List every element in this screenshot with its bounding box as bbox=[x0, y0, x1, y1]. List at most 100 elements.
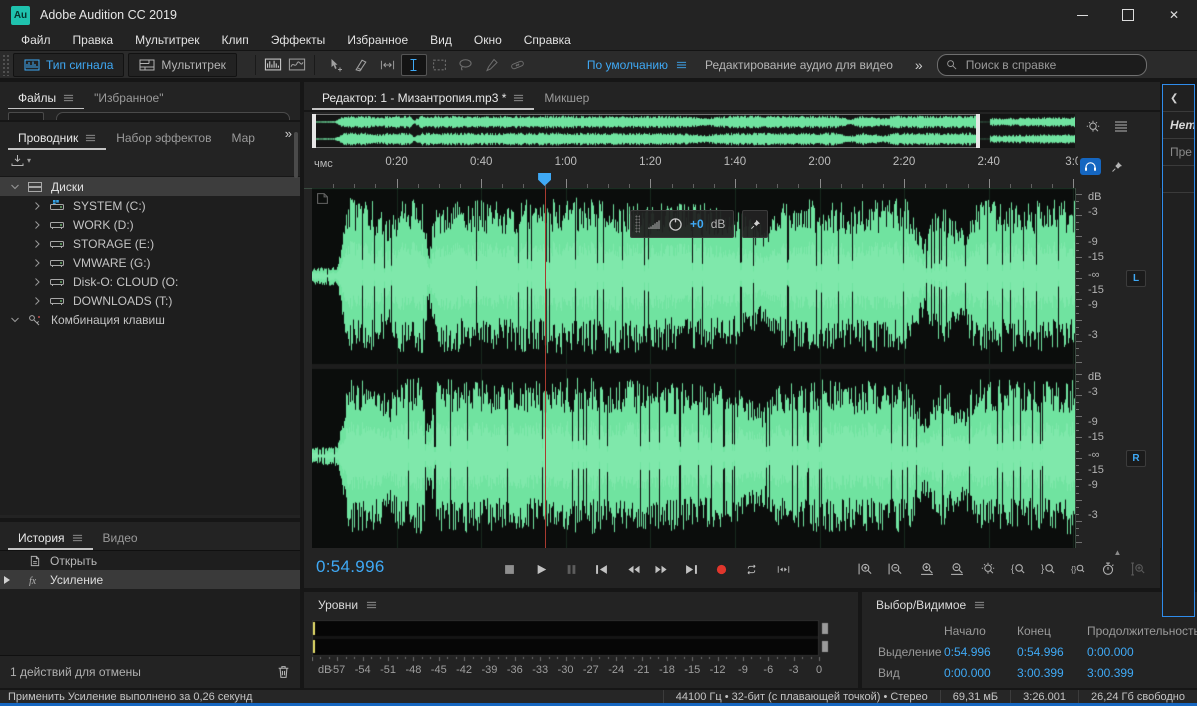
explorer-tab[interactable]: Проводник bbox=[8, 122, 106, 150]
record-button[interactable] bbox=[708, 558, 734, 580]
loop-playback-button[interactable] bbox=[738, 558, 764, 580]
zoom-reset-button[interactable] bbox=[975, 558, 1001, 580]
paintbrush-selection-tool-button[interactable] bbox=[479, 54, 505, 76]
channel-badge[interactable]: R bbox=[1126, 450, 1146, 467]
zoom-selection-button[interactable] bbox=[1125, 558, 1151, 580]
hud-pin-button[interactable] bbox=[742, 210, 768, 238]
history-tab[interactable]: Видео bbox=[93, 522, 148, 548]
history-panel-menu-icon[interactable] bbox=[72, 533, 83, 543]
rail-item[interactable] bbox=[1163, 166, 1194, 193]
rail-item[interactable]: Пре bbox=[1163, 139, 1194, 166]
skip-to-end-button[interactable] bbox=[678, 558, 704, 580]
chevron-right-icon[interactable] bbox=[32, 258, 42, 268]
files-tab[interactable]: Файлы bbox=[8, 82, 84, 110]
chevron-right-icon[interactable] bbox=[32, 201, 42, 211]
zoom-to-in-point-button[interactable]: { bbox=[1005, 558, 1031, 580]
explorer-scrollbar[interactable] bbox=[294, 132, 298, 178]
search-input[interactable] bbox=[964, 57, 1108, 73]
menu-item[interactable]: Справка bbox=[513, 33, 582, 47]
gain-hud[interactable]: +0 dB bbox=[630, 210, 734, 238]
chevron-right-icon[interactable] bbox=[32, 277, 42, 287]
current-time[interactable]: 0:54.996 bbox=[316, 557, 385, 577]
overview-right-handle[interactable] bbox=[976, 114, 980, 148]
spectral-display-icon[interactable] bbox=[288, 58, 306, 71]
selection-value[interactable]: 0:00.000 bbox=[1087, 645, 1190, 659]
workspace-default-button[interactable]: По умолчанию bbox=[587, 58, 668, 72]
workspace-mode-label[interactable]: Редактирование аудио для видео bbox=[705, 58, 893, 72]
files-panel-menu-icon[interactable] bbox=[63, 93, 74, 103]
overview-visible-range[interactable] bbox=[312, 114, 980, 148]
rewind-button[interactable] bbox=[620, 558, 646, 580]
menu-item[interactable]: Вид bbox=[419, 33, 463, 47]
selection-value[interactable]: 0:54.996 bbox=[1017, 645, 1087, 659]
gain-knob-icon[interactable] bbox=[668, 217, 683, 232]
waveform-canvas[interactable] bbox=[312, 188, 1075, 548]
selection-menu-icon[interactable] bbox=[974, 600, 985, 610]
maximize-button[interactable] bbox=[1105, 0, 1151, 30]
zoom-in-time-button[interactable] bbox=[914, 558, 940, 580]
chevron-right-icon[interactable] bbox=[32, 220, 42, 230]
selection-value[interactable]: 3:00.399 bbox=[1017, 666, 1087, 680]
menu-item[interactable]: Клип bbox=[211, 33, 260, 47]
slip-tool-button[interactable] bbox=[375, 54, 401, 76]
history-tab[interactable]: История bbox=[8, 522, 93, 550]
import-icon[interactable] bbox=[10, 154, 25, 167]
multitrack-button[interactable]: Мультитрек bbox=[128, 53, 236, 77]
chevron-down-icon[interactable] bbox=[10, 315, 20, 325]
menu-item[interactable]: Избранное bbox=[336, 33, 419, 47]
zoom-to-selection-button[interactable]: {} bbox=[1065, 558, 1091, 580]
tree-item[interactable]: Диски bbox=[0, 177, 300, 196]
workspace-menu-icon[interactable] bbox=[676, 60, 687, 70]
tree-item[interactable]: STORAGE (E:) bbox=[0, 234, 300, 253]
menu-item[interactable]: Файл bbox=[10, 33, 62, 47]
editor-tab[interactable]: Микшер bbox=[534, 82, 599, 108]
collapsed-effects-rail[interactable]: ❮НетПре bbox=[1162, 84, 1195, 617]
hud-grip[interactable] bbox=[635, 215, 640, 233]
file-overview-bar[interactable] bbox=[312, 114, 1075, 148]
history-item[interactable]: Открыть bbox=[0, 551, 300, 570]
fast-forward-button[interactable] bbox=[648, 558, 674, 580]
zoom-out-amplitude-button[interactable] bbox=[882, 558, 908, 580]
stop-button[interactable] bbox=[496, 558, 522, 580]
zoom-out-time-button[interactable] bbox=[944, 558, 970, 580]
lasso-selection-tool-button[interactable] bbox=[453, 54, 479, 76]
tree-item[interactable]: Disk-O: CLOUD (O: bbox=[0, 272, 300, 291]
files-tab[interactable]: "Избранное" bbox=[84, 82, 173, 108]
menu-item[interactable]: Правка bbox=[62, 33, 125, 47]
channel-edit-button[interactable] bbox=[1080, 158, 1101, 175]
explorer-tab[interactable]: Набор эффектов bbox=[106, 122, 221, 148]
waveform-editor-button[interactable]: Тип сигнала bbox=[13, 53, 124, 77]
pause-button[interactable] bbox=[558, 558, 584, 580]
explorer-tab-overflow[interactable]: » bbox=[285, 122, 292, 141]
history-item[interactable]: fxУсиление bbox=[0, 570, 300, 589]
explorer-tab[interactable]: Мар bbox=[221, 122, 264, 148]
editor-panel-menu-icon[interactable] bbox=[513, 93, 524, 103]
waveform-display-icon[interactable] bbox=[264, 58, 282, 71]
overview-menu-icon[interactable] bbox=[1114, 120, 1128, 132]
zoom-in-amplitude-button[interactable] bbox=[852, 558, 878, 580]
level-meter[interactable] bbox=[312, 620, 832, 662]
workspace-overflow-chevron[interactable]: » bbox=[915, 57, 923, 73]
marquee-selection-tool-button[interactable] bbox=[427, 54, 453, 76]
selection-value[interactable]: 3:00.399 bbox=[1087, 666, 1190, 680]
channel-badge[interactable]: L bbox=[1126, 270, 1146, 287]
menu-item[interactable]: Эффекты bbox=[260, 33, 337, 47]
menu-item[interactable]: Мультитрек bbox=[124, 33, 210, 47]
import-dropdown-caret[interactable]: ▾ bbox=[27, 156, 31, 165]
spot-healing-brush-tool-button[interactable] bbox=[505, 54, 531, 76]
chevron-right-icon[interactable] bbox=[32, 296, 42, 306]
skip-to-start-button[interactable] bbox=[588, 558, 614, 580]
selection-value[interactable]: 0:00.000 bbox=[944, 666, 1017, 680]
minimize-button[interactable] bbox=[1059, 0, 1105, 30]
skip-selection-button[interactable] bbox=[770, 558, 796, 580]
time-selection-tool-button[interactable] bbox=[401, 54, 427, 76]
editor-tab[interactable]: Редактор: 1 - Мизантропия.mp3 * bbox=[312, 82, 534, 110]
chevron-right-icon[interactable] bbox=[32, 239, 42, 249]
move-tool-button[interactable] bbox=[323, 54, 349, 76]
tree-item[interactable]: DOWNLOADS (T:) bbox=[0, 291, 300, 310]
rail-item[interactable]: Нет bbox=[1163, 112, 1194, 139]
levels-menu-icon[interactable] bbox=[366, 600, 377, 610]
zoom-to-out-point-button[interactable]: } bbox=[1035, 558, 1061, 580]
tree-item[interactable]: WORK (D:) bbox=[0, 215, 300, 234]
explorer-panel-menu-icon[interactable] bbox=[85, 133, 96, 143]
